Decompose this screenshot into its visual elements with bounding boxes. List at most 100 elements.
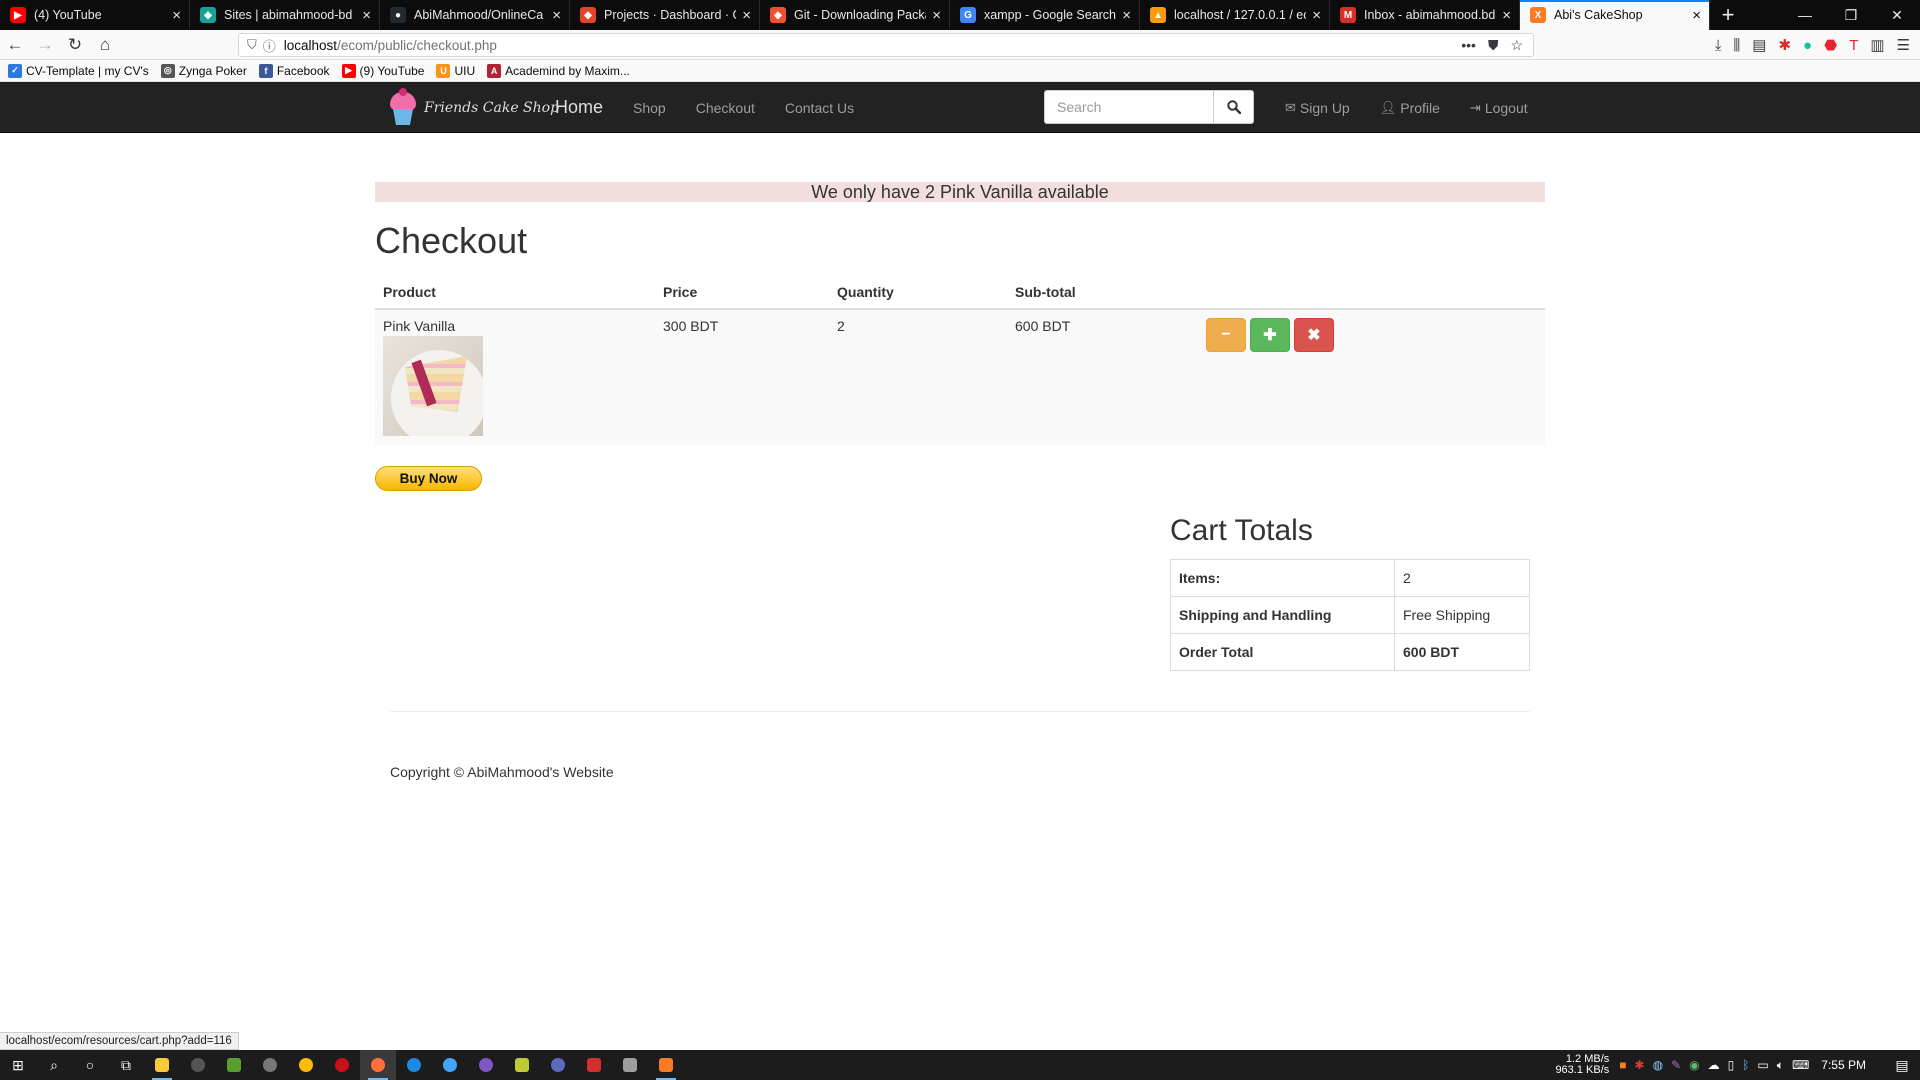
extension-bars-icon[interactable]: ▥	[1870, 36, 1884, 54]
tab-gmail[interactable]: M Inbox - abimahmood.bd ×	[1330, 0, 1520, 30]
tab-sites[interactable]: ◆ Sites | abimahmood-bd ×	[190, 0, 380, 30]
adblock-icon[interactable]: ⬣	[1824, 36, 1837, 54]
opera-icon[interactable]	[324, 1050, 360, 1080]
onedrive-icon[interactable]: ☁	[1708, 1058, 1720, 1073]
search-input[interactable]	[1044, 90, 1214, 124]
shield-icon[interactable]: ⛉	[247, 37, 257, 53]
bookmark-uiu[interactable]: U UIU	[436, 63, 475, 78]
table-row: Items: 2	[1170, 559, 1530, 597]
xampp-tray-icon[interactable]: ■	[1619, 1058, 1626, 1073]
app-purple-icon[interactable]	[468, 1050, 504, 1080]
back-icon[interactable]: ←	[0, 30, 30, 60]
notification-icon[interactable]: ▤	[1884, 1057, 1920, 1074]
extension-t-icon[interactable]: T	[1849, 37, 1858, 54]
bookmark-academind[interactable]: A Academind by Maxim...	[487, 63, 630, 78]
task-view-icon[interactable]: ⧉	[108, 1050, 144, 1080]
file-explorer-icon[interactable]	[144, 1050, 180, 1080]
nav-home[interactable]: Home	[540, 97, 618, 118]
app-blue-icon[interactable]	[396, 1050, 432, 1080]
close-icon[interactable]: ×	[1312, 8, 1321, 23]
nav-contact-us[interactable]: Contact Us	[770, 100, 869, 116]
bookmark-star-icon[interactable]: ☆	[1510, 37, 1523, 54]
bookmark-cv-template[interactable]: ✓ CV-Template | my CV's	[8, 63, 149, 78]
download-icon[interactable]: ⤓	[1715, 37, 1722, 54]
forward-icon[interactable]: →	[30, 30, 60, 60]
nav-checkout[interactable]: Checkout	[681, 100, 770, 116]
increase-quantity-button[interactable]: ✚	[1250, 318, 1290, 352]
library-icon[interactable]: ⫼	[1733, 37, 1740, 54]
tab-git[interactable]: ◆ Git - Downloading Packa ×	[760, 0, 950, 30]
keyboard-icon[interactable]: ⌨	[1792, 1058, 1809, 1073]
new-tab-button[interactable]: +	[1710, 0, 1746, 30]
nav-logout[interactable]: ⇥ Logout	[1455, 100, 1543, 116]
decrease-quantity-button[interactable]: −	[1206, 318, 1246, 352]
bookmark-youtube[interactable]: ▶ (9) YouTube	[341, 63, 424, 78]
tray-globe-icon[interactable]: ◍	[1653, 1058, 1663, 1073]
nav-profile[interactable]: 👤︎ Profile	[1365, 100, 1455, 116]
usb-icon[interactable]: ▯	[1728, 1058, 1735, 1073]
close-icon[interactable]: ×	[172, 8, 181, 23]
close-icon[interactable]: ×	[1122, 8, 1131, 23]
tab-github[interactable]: ● AbiMahmood/OnlineCa ×	[380, 0, 570, 30]
extension-icon[interactable]: ✱	[1778, 36, 1791, 54]
nav-sign-up[interactable]: ✉ Sign Up	[1270, 100, 1365, 116]
network-icon[interactable]: ▭	[1757, 1058, 1768, 1073]
info-icon[interactable]: ⓘ	[263, 36, 276, 55]
tray-chrome-icon[interactable]: ◉	[1689, 1058, 1699, 1073]
close-icon[interactable]: ×	[1692, 8, 1701, 23]
search-button[interactable]	[1214, 90, 1254, 124]
reload-icon[interactable]: ↻	[60, 30, 90, 60]
restore-icon[interactable]: ❐	[1828, 0, 1874, 30]
close-icon[interactable]: ×	[1502, 8, 1511, 23]
tab-title: Abi's CakeShop	[1554, 8, 1643, 22]
tray-pen-icon[interactable]: ✎	[1671, 1058, 1681, 1073]
davinci-icon[interactable]	[252, 1050, 288, 1080]
start-icon[interactable]: ⊞	[0, 1050, 36, 1080]
close-icon[interactable]: ×	[552, 8, 561, 23]
menu-icon[interactable]: ☰	[1897, 36, 1910, 54]
nav-shop[interactable]: Shop	[618, 100, 681, 116]
bookmark-facebook[interactable]: f Facebook	[258, 63, 330, 78]
grammarly-icon[interactable]: ●	[1803, 37, 1812, 54]
bookmarks-bar: ✓ CV-Template | my CV's ◎ Zynga Poker f Fac…	[0, 60, 1920, 82]
close-icon[interactable]: ×	[362, 8, 371, 23]
page-actions-icon[interactable]: •••	[1461, 37, 1476, 54]
app-blue2-icon[interactable]	[432, 1050, 468, 1080]
xampp-icon[interactable]	[648, 1050, 684, 1080]
pocket-icon[interactable]: ⛊	[1488, 37, 1499, 54]
chrome-icon[interactable]	[288, 1050, 324, 1080]
firefox-icon[interactable]	[360, 1050, 396, 1080]
bluetooth-icon[interactable]: ᛒ	[1742, 1058, 1749, 1073]
app-lime-icon[interactable]	[504, 1050, 540, 1080]
sidebar-icon[interactable]: ▤	[1752, 36, 1766, 54]
paypal-buy-now-button[interactable]: Buy Now	[375, 466, 482, 491]
tab-cakeshop[interactable]: X Abi's CakeShop ×	[1520, 0, 1710, 30]
tab-youtube[interactable]: ▶ (4) YouTube ×	[0, 0, 190, 30]
home-icon[interactable]: ⌂	[90, 30, 120, 60]
app-green-icon[interactable]	[216, 1050, 252, 1080]
header-quantity: Quantity	[829, 276, 1007, 310]
tab-phpmyadmin[interactable]: ▲ localhost / 127.0.0.1 / ec ×	[1140, 0, 1330, 30]
close-icon[interactable]: ×	[932, 8, 941, 23]
tray-app-icon[interactable]: ✱	[1635, 1058, 1645, 1073]
remove-item-button[interactable]: ✖	[1294, 318, 1334, 352]
url-bar[interactable]: ⛉ ⓘ localhost/ecom/public/checkout.php •…	[238, 33, 1534, 57]
tab-google-search[interactable]: Gxampp - Google Search ×	[950, 0, 1140, 30]
volume-icon[interactable]: 🔈︎	[1777, 1058, 1784, 1073]
search-icon[interactable]: ⌕	[36, 1050, 72, 1080]
net-up: 963.1 KB/s	[1555, 1064, 1610, 1076]
acrobat-icon[interactable]	[576, 1050, 612, 1080]
close-window-icon[interactable]: ✕	[1874, 0, 1920, 30]
phpmyadmin-icon: ▲	[1150, 7, 1166, 23]
bookmark-zynga-poker[interactable]: ◎ Zynga Poker	[160, 63, 247, 78]
obs-icon[interactable]	[180, 1050, 216, 1080]
clock[interactable]: 7:55 PM	[1821, 1058, 1866, 1072]
app-db-icon[interactable]	[540, 1050, 576, 1080]
git-icon[interactable]	[612, 1050, 648, 1080]
status-url: localhost/ecom/resources/cart.php?add=11…	[0, 1032, 239, 1050]
minimize-icon[interactable]: —	[1782, 0, 1828, 30]
tab-gitlab[interactable]: ◆ Projects · Dashboard · Gi ×	[570, 0, 760, 30]
close-icon[interactable]: ×	[742, 8, 751, 23]
cortana-icon[interactable]: ○	[72, 1050, 108, 1080]
brand-logo[interactable]: Friends Cake Shop	[388, 88, 559, 128]
